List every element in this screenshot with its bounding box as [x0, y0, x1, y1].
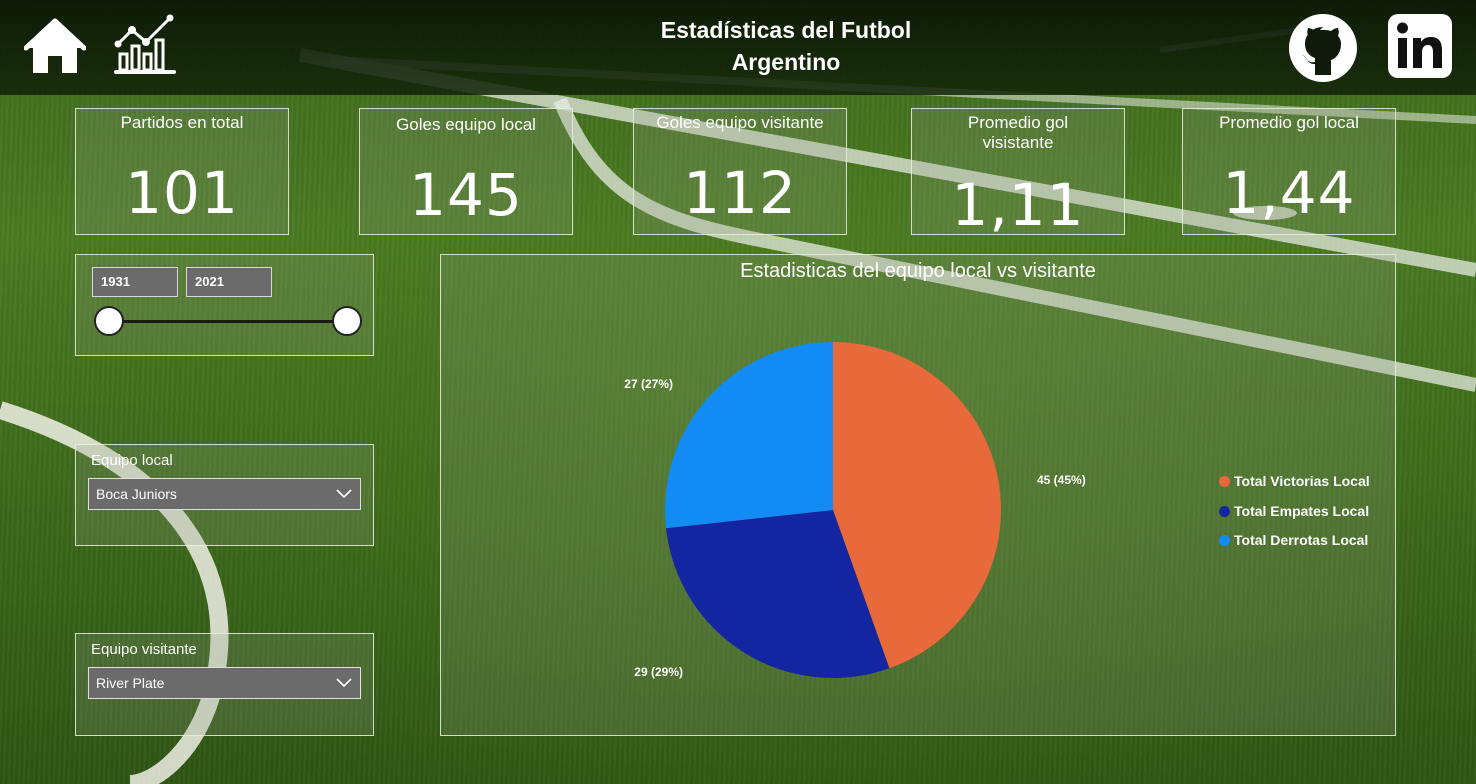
chevron-down-icon: [336, 489, 352, 499]
kpi-label: Promedio gol visistante: [967, 113, 1069, 152]
linkedin-icon[interactable]: [1387, 13, 1453, 79]
home-icon[interactable]: [24, 18, 86, 76]
visitor-team-dropdown[interactable]: River Plate: [88, 667, 361, 699]
visitor-team-value: River Plate: [96, 675, 165, 691]
year-slider-card: 1931 2021: [75, 254, 374, 356]
kpi-value: 112: [683, 159, 797, 227]
kpi-card-goles-local: Goles equipo local 145: [359, 108, 573, 235]
legend-item[interactable]: Total Derrotas Local: [1219, 531, 1370, 561]
line-chart-icon[interactable]: [112, 14, 178, 78]
visitor-team-slicer: Equipo visitante River Plate: [75, 633, 374, 736]
year-slider-track[interactable]: [109, 320, 347, 323]
local-team-slicer: Equipo local Boca Juniors: [75, 444, 374, 546]
legend-label: Total Derrotas Local: [1234, 532, 1369, 548]
year-slider-end-handle[interactable]: [332, 306, 362, 336]
kpi-card-partidos: Partidos en total 101: [75, 108, 289, 235]
kpi-card-promedio-visitante: Promedio gol visistante 1,11: [911, 108, 1125, 239]
local-team-label: Equipo local: [91, 452, 173, 469]
kpi-value: 1,11: [951, 171, 1085, 239]
kpi-card-goles-visitante: Goles equipo visitante 112: [633, 108, 847, 235]
page-title: Estadísticas del Futbol Argentino: [660, 17, 912, 75]
local-team-dropdown[interactable]: Boca Juniors: [88, 478, 361, 510]
year-start-input[interactable]: 1931: [92, 267, 178, 297]
legend-swatch-derrotas: [1219, 535, 1230, 546]
legend-label: Total Victorias Local: [1234, 473, 1370, 489]
legend-item[interactable]: Total Victorias Local: [1219, 472, 1370, 502]
year-slider-start-handle[interactable]: [94, 306, 124, 336]
legend-label: Total Empates Local: [1234, 502, 1370, 519]
github-icon[interactable]: [1288, 13, 1358, 83]
kpi-value: 1,44: [1222, 159, 1356, 227]
kpi-label: Partidos en total: [120, 113, 244, 132]
kpi-value: 145: [409, 161, 523, 229]
kpi-label: Goles equipo visitante: [656, 113, 824, 132]
kpi-label: Promedio gol local: [1219, 113, 1359, 132]
legend-swatch-empates: [1219, 505, 1230, 517]
kpi-label: Goles equipo local: [396, 115, 536, 134]
pie-chart-card: Estadisticas del equipo local vs visitan…: [440, 254, 1396, 736]
legend-swatch-victorias: [1219, 476, 1230, 487]
chart-legend: Total Victorias Local Total Empates Loca…: [1219, 472, 1370, 561]
pie-slice-derrotas[interactable]: [665, 342, 833, 529]
kpi-card-promedio-local: Promedio gol local 1,44: [1182, 108, 1396, 235]
legend-item[interactable]: Total Empates Local: [1219, 502, 1370, 532]
kpi-value: 101: [125, 159, 239, 227]
top-bar: Estadísticas del Futbol Argentino: [0, 0, 1476, 95]
visitor-team-label: Equipo visitante: [91, 641, 197, 658]
data-label: 45 (45%): [1037, 473, 1086, 487]
data-label: 29 (29%): [634, 665, 683, 679]
chevron-down-icon: [336, 678, 352, 688]
year-end-input[interactable]: 2021: [186, 267, 272, 297]
local-team-value: Boca Juniors: [96, 486, 177, 502]
data-label: 27 (27%): [624, 377, 673, 391]
